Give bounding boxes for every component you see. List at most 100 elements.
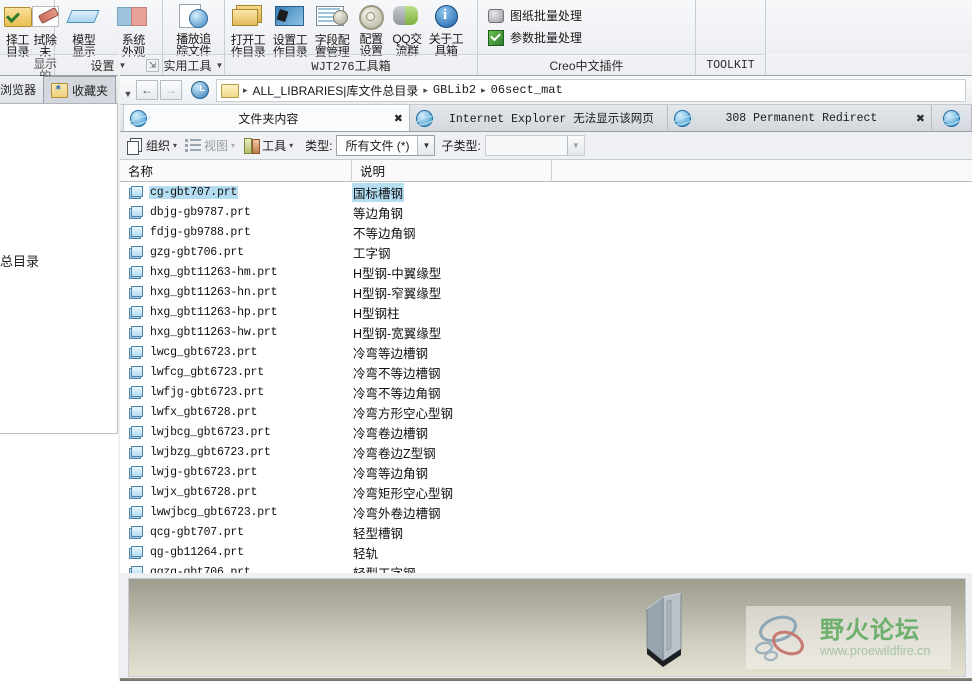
- table-row[interactable]: fdjg-gb9788.prt 不等边角钢: [120, 222, 972, 242]
- ribbon-button-about-toolbox[interactable]: 关于工 具箱: [425, 1, 467, 57]
- file-name-cell[interactable]: fdjg-gb9788.prt: [120, 226, 352, 239]
- file-name-label: dbjg-gb9787.prt: [150, 205, 251, 219]
- file-name-cell[interactable]: dbjg-gb9787.prt: [120, 206, 352, 219]
- file-name-cell[interactable]: gzg-gbt706.prt: [120, 246, 352, 259]
- table-row[interactable]: gzg-gbt706.prt 工字钢: [120, 242, 972, 262]
- ribbon-button-field-config-manage[interactable]: 字段配 置管理: [311, 1, 353, 58]
- subtype-filter-select[interactable]: ▼: [484, 135, 585, 156]
- file-name-cell[interactable]: lwfx_gbt6728.prt: [120, 406, 352, 419]
- file-name-cell[interactable]: lwfjg-gbt6723.prt: [120, 386, 352, 399]
- table-row[interactable]: qg-gb11264.prt 轻轨: [120, 542, 972, 562]
- table-row[interactable]: cg-gbt707.prt 国标槽钢: [120, 182, 972, 202]
- file-name-cell[interactable]: hxg_gbt11263-hn.prt: [120, 286, 352, 299]
- plugin-item-batch-drawing[interactable]: 图纸批量处理: [482, 4, 691, 26]
- organize-menu[interactable]: 组织 ▾: [125, 137, 179, 155]
- ribbon-button-open-working-directory[interactable]: 打开工 作目录: [227, 1, 269, 58]
- ribbon-group-wjt276-toolbox: 打开工 作目录 设置工 作目录 字段配 置管理 配置 设置 QQ交 流群 i 关…: [225, 0, 478, 75]
- ribbon-button-select-working-dir[interactable]: 择工 目录: [4, 1, 32, 58]
- table-row[interactable]: lwwjbcg_gbt6723.prt 冷弯外卷边槽钢: [120, 502, 972, 522]
- file-name-cell[interactable]: lwjbcg_gbt6723.prt: [120, 426, 352, 439]
- ribbon-group-label-utilities[interactable]: 实用工具 ▼: [163, 54, 224, 75]
- forward-button[interactable]: →: [160, 80, 182, 100]
- type-filter-select[interactable]: 所有文件 (*) ▼: [336, 135, 436, 156]
- favorites-tree-item[interactable]: 总目录: [0, 251, 39, 270]
- plugin-item-batch-parameter[interactable]: 参数批量处理: [482, 26, 691, 48]
- ribbon-group-settings: 模型 显示 系统 外观 设置 ▼ ⇲: [55, 0, 163, 75]
- table-row[interactable]: lwfx_gbt6728.prt 冷弯方形空心型钢: [120, 402, 972, 422]
- file-name-cell[interactable]: lwcg_gbt6723.prt: [120, 346, 352, 359]
- file-name-cell[interactable]: qcg-gbt707.prt: [120, 526, 352, 539]
- ribbon-button-set-working-directory[interactable]: 设置工 作目录: [269, 1, 311, 58]
- part-file-icon: [129, 266, 143, 279]
- tab-label: Internet Explorer 无法显示该网页: [449, 113, 654, 126]
- table-row[interactable]: hxg_gbt11263-hm.prt H型钢-中翼缘型: [120, 262, 972, 282]
- view-menu[interactable]: 视图 ▾: [183, 137, 237, 154]
- table-row[interactable]: hxg_gbt11263-hp.prt H型钢柱: [120, 302, 972, 322]
- group-label-text: Creo中文插件: [549, 58, 624, 73]
- breadcrumb-item-all-libraries[interactable]: ALL_LIBRARIES|库文件总目录: [253, 82, 419, 99]
- group-label-text: 设置: [90, 58, 115, 73]
- breadcrumb-item-06sect-mat[interactable]: 06sect_mat: [491, 83, 563, 97]
- view-icon: [185, 138, 202, 153]
- file-name-cell[interactable]: cg-gbt707.prt: [120, 185, 352, 199]
- file-list[interactable]: cg-gbt707.prt 国标槽钢 dbjg-gb9787.prt 等边角钢 fdjg…: [120, 182, 972, 573]
- file-name-label: cg-gbt707.prt: [149, 185, 239, 199]
- model-preview-pane[interactable]: 野火论坛 www.proewildfire.cn: [128, 578, 966, 677]
- table-row[interactable]: lwjbcg_gbt6723.prt 冷弯卷边槽钢: [120, 422, 972, 442]
- dialog-launcher-button[interactable]: ⇲: [146, 59, 159, 72]
- table-row[interactable]: qcg-gbt707.prt 轻型槽钢: [120, 522, 972, 542]
- back-arrow-icon: ←: [141, 83, 153, 97]
- file-name-cell[interactable]: lwjbzg_gbt6723.prt: [120, 446, 352, 459]
- chevron-down-icon[interactable]: ▼: [566, 136, 584, 155]
- address-bar: ▼ ← → ▸ ALL_LIBRARIES|库文件总目录 ▸ GBLib2 ▸ …: [120, 76, 972, 105]
- collapse-chevron-icon[interactable]: ▼: [120, 81, 136, 99]
- part-file-icon: [129, 486, 143, 499]
- breadcrumb-item-gblib2[interactable]: GBLib2: [433, 83, 476, 97]
- tab-folder-contents[interactable]: 文件夹内容 ✖: [124, 105, 410, 131]
- table-row[interactable]: lwfcg_gbt6723.prt 冷弯不等边槽钢: [120, 362, 972, 382]
- breadcrumb-separator: ▸: [481, 84, 486, 95]
- column-header-name[interactable]: 名称: [120, 159, 352, 182]
- file-name-cell[interactable]: qg-gb11264.prt: [120, 546, 352, 559]
- file-name-cell[interactable]: hxg_gbt11263-hp.prt: [120, 306, 352, 319]
- table-row[interactable]: lwfjg-gbt6723.prt 冷弯不等边角钢: [120, 382, 972, 402]
- tools-menu[interactable]: 工具 ▾: [241, 137, 295, 154]
- ribbon-button-config-settings[interactable]: 配置 设置: [353, 1, 389, 57]
- ribbon-button-system-appearance[interactable]: 系统 外观: [109, 1, 159, 58]
- file-name-cell[interactable]: lwjx_gbt6728.prt: [120, 486, 352, 499]
- file-name-cell[interactable]: lwfcg_gbt6723.prt: [120, 366, 352, 379]
- table-row[interactable]: hxg_gbt11263-hw.prt H型钢-宽翼缘型: [120, 322, 972, 342]
- table-row[interactable]: hxg_gbt11263-hn.prt H型钢-窄翼缘型: [120, 282, 972, 302]
- table-row[interactable]: lwjx_gbt6728.prt 冷弯矩形空心型钢: [120, 482, 972, 502]
- table-row[interactable]: lwcg_gbt6723.prt 冷弯等边槽钢: [120, 342, 972, 362]
- model-display-icon: [68, 5, 100, 33]
- ribbon-button-model-display[interactable]: 模型 显示: [59, 1, 109, 58]
- tab-ie-cannot-display[interactable]: Internet Explorer 无法显示该网页 ✖: [410, 105, 683, 131]
- part-file-icon: [129, 466, 143, 479]
- file-name-cell[interactable]: lwjg-gbt6723.prt: [120, 466, 352, 479]
- file-name-cell[interactable]: hxg_gbt11263-hm.prt: [120, 266, 352, 279]
- sidebar-tab-browser[interactable]: 浏览器: [0, 76, 43, 103]
- table-row[interactable]: lwjbzg_gbt6723.prt 冷弯卷边Z型钢: [120, 442, 972, 462]
- ribbon-button-play-trace-file[interactable]: 播放追 踪文件: [167, 1, 220, 57]
- tab-308-permanent-redirect[interactable]: 308 Permanent Redirect ✖: [668, 105, 932, 131]
- table-row[interactable]: lwjg-gbt6723.prt 冷弯等边角钢: [120, 462, 972, 482]
- history-button[interactable]: [187, 79, 213, 101]
- part-file-icon: [129, 406, 143, 419]
- close-icon[interactable]: ✖: [912, 112, 925, 125]
- file-name-cell[interactable]: lwwjbcg_gbt6723.prt: [120, 506, 352, 519]
- file-name-cell[interactable]: qgzg-gbt706.prt: [120, 566, 352, 573]
- file-name-cell[interactable]: hxg_gbt11263-hw.prt: [120, 326, 352, 339]
- tab-extra[interactable]: [932, 105, 972, 131]
- ribbon-button-qq-group[interactable]: QQ交 流群: [389, 1, 425, 57]
- table-row[interactable]: qgzg-gbt706.prt 轻型工字钢: [120, 562, 972, 573]
- breadcrumb[interactable]: ▸ ALL_LIBRARIES|库文件总目录 ▸ GBLib2 ▸ 06sect…: [216, 78, 966, 102]
- close-icon[interactable]: ✖: [390, 112, 403, 125]
- back-button[interactable]: ←: [136, 80, 158, 100]
- favorites-tree-panel[interactable]: 总目录: [0, 104, 118, 434]
- sidebar-tab-favorites[interactable]: 收藏夹: [43, 76, 117, 103]
- column-header-description[interactable]: 说明: [352, 159, 552, 182]
- chevron-down-icon[interactable]: ▼: [417, 136, 435, 155]
- table-row[interactable]: dbjg-gb9787.prt 等边角钢: [120, 202, 972, 222]
- view-label: 视图: [204, 139, 229, 153]
